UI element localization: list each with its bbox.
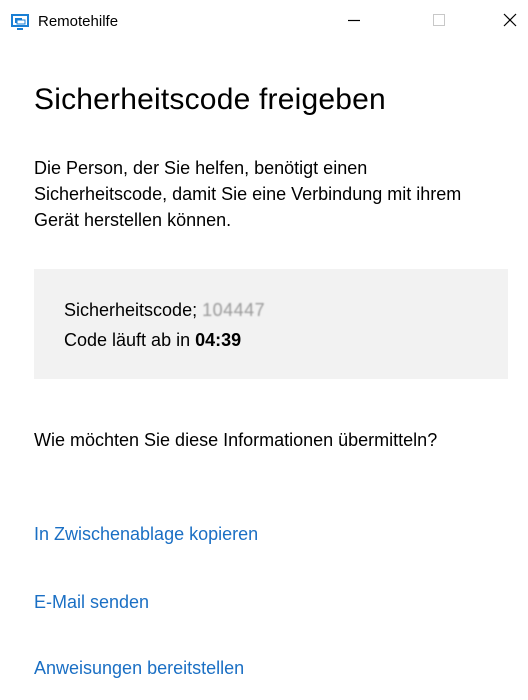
close-button[interactable]	[487, 0, 528, 44]
share-question-text: Wie möchten Sie diese Informationen über…	[34, 430, 438, 450]
maximize-button[interactable]	[416, 0, 462, 44]
remote-assistance-icon	[10, 12, 30, 32]
remote-assistance-window: Remotehilfe Sicherheitscode freigeben Di…	[0, 0, 528, 700]
title-bar[interactable]: Remotehilfe	[0, 0, 528, 44]
security-code-label: Sicherheitscode;	[64, 300, 198, 320]
description-text: Die Person, der Sie helfen, benötigt ein…	[34, 158, 462, 230]
close-icon	[502, 12, 518, 33]
security-code-value: 104447	[202, 300, 266, 320]
security-code-panel: Sicherheitscode; 104447 Code läuft ab in…	[34, 269, 508, 379]
security-code-line: Sicherheitscode; 104447	[64, 298, 265, 322]
send-email-link[interactable]: E-Mail senden	[34, 590, 149, 614]
window-title: Remotehilfe	[38, 13, 119, 30]
code-expiry-line: Code läuft ab in 04:39	[64, 328, 241, 352]
minimize-button[interactable]	[331, 0, 377, 44]
code-expiry-label: Code läuft ab in	[64, 330, 191, 350]
maximize-icon	[432, 13, 446, 32]
code-expiry-countdown: 04:39	[195, 330, 242, 350]
page-title: Sicherheitscode freigeben	[34, 83, 386, 116]
minimize-icon	[347, 13, 361, 32]
copy-to-clipboard-link[interactable]: In Zwischenablage kopieren	[34, 522, 258, 546]
provide-instructions-link[interactable]: Anweisungen bereitstellen	[34, 656, 244, 680]
